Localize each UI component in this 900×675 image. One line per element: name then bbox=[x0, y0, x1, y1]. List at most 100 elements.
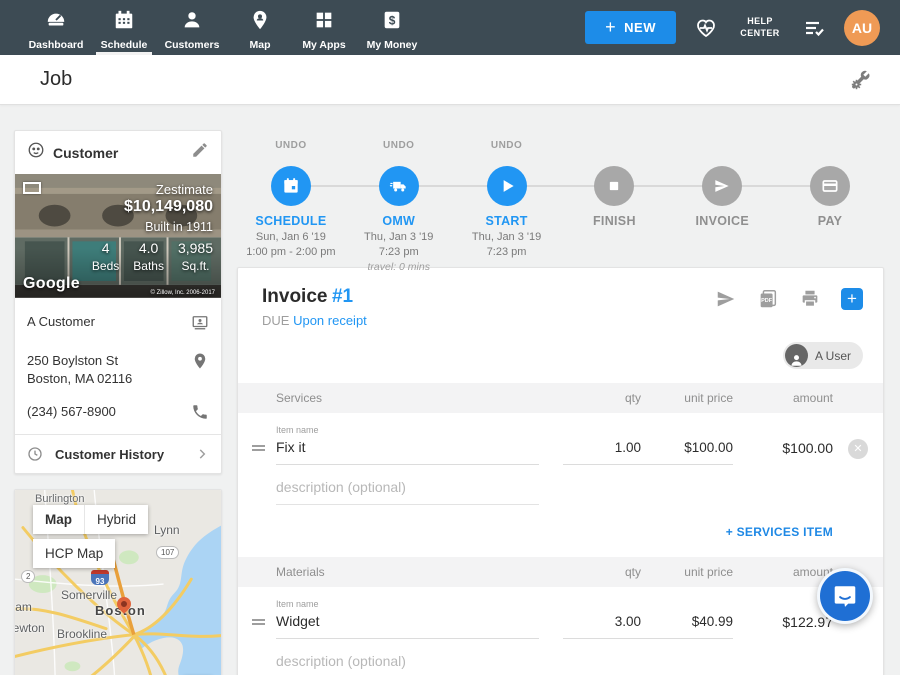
remove-item-icon[interactable]: ✕ bbox=[848, 439, 868, 459]
user-avatar-icon bbox=[785, 344, 808, 367]
map-type-hybrid-button[interactable]: Hybrid bbox=[84, 505, 148, 534]
map-label: Newton bbox=[14, 621, 45, 635]
user-avatar[interactable]: AU bbox=[844, 10, 880, 46]
invoice-step-button[interactable] bbox=[702, 166, 742, 206]
service-name-input[interactable]: Fix it bbox=[276, 439, 539, 465]
material-description-row bbox=[238, 639, 883, 675]
truck-icon bbox=[389, 176, 409, 196]
customer-contact: A Customer 250 Boylston StBoston, MA 021… bbox=[15, 299, 221, 434]
finish-step-button[interactable] bbox=[594, 166, 634, 206]
start-step-button[interactable] bbox=[487, 166, 527, 206]
built-year: Built in 1911 bbox=[145, 220, 213, 234]
map-type-map-button[interactable]: Map bbox=[33, 505, 84, 534]
due-terms-link[interactable]: Upon receipt bbox=[293, 313, 367, 328]
map-widget[interactable]: Burlington Lynn Somerville Waltham Bosto… bbox=[14, 489, 222, 675]
zestimate-value: $10,149,080 bbox=[124, 198, 213, 216]
task-list-icon[interactable] bbox=[802, 16, 826, 40]
stat-beds: 4Beds bbox=[92, 240, 119, 273]
due-label: DUE bbox=[262, 313, 289, 328]
stat-sqft: 3,985Sq.ft. bbox=[178, 240, 213, 273]
schedule-step-button[interactable] bbox=[271, 166, 311, 206]
send-invoice-icon[interactable] bbox=[715, 288, 737, 310]
omw-step-button[interactable] bbox=[379, 166, 419, 206]
material-description-input[interactable] bbox=[276, 653, 539, 675]
invoice-actions: PDF + bbox=[715, 288, 863, 310]
location-pin-icon[interactable] bbox=[183, 352, 209, 375]
zestimate-label: Zestimate bbox=[156, 182, 213, 197]
map-label: Somerville bbox=[61, 588, 117, 602]
drag-handle-icon[interactable] bbox=[252, 443, 276, 465]
invoice-title: Invoice bbox=[262, 286, 327, 307]
play-icon bbox=[497, 176, 517, 196]
nav-label: Dashboard bbox=[29, 39, 84, 51]
customer-name-row: A Customer bbox=[27, 305, 209, 344]
job-tools-icon[interactable] bbox=[848, 68, 872, 92]
amount-column-header: amount bbox=[733, 565, 833, 579]
drag-handle-icon[interactable] bbox=[252, 617, 276, 639]
history-clock-icon bbox=[27, 446, 43, 462]
assigned-user-name: A User bbox=[815, 349, 851, 363]
nav-item-my-money[interactable]: $ My Money bbox=[356, 0, 428, 55]
customer-card-title: Customer bbox=[53, 145, 183, 161]
add-invoice-button[interactable]: + bbox=[841, 288, 863, 310]
invoice-number[interactable]: #1 bbox=[332, 286, 353, 307]
material-qty-input[interactable]: 3.00 bbox=[563, 614, 641, 639]
chevron-right-icon bbox=[195, 447, 209, 461]
nav-item-my-apps[interactable]: My Apps bbox=[292, 0, 356, 55]
stat-baths: 4.0Baths bbox=[133, 240, 164, 273]
contact-card-icon[interactable] bbox=[183, 313, 209, 336]
material-unit-price-input[interactable]: $40.99 bbox=[641, 614, 733, 639]
service-unit-price-input[interactable]: $100.00 bbox=[641, 440, 733, 465]
material-amount: $122.97 bbox=[733, 614, 833, 639]
nav-item-schedule[interactable]: Schedule bbox=[92, 0, 156, 55]
customer-name: A Customer bbox=[27, 313, 183, 331]
person-icon bbox=[181, 9, 203, 36]
nav-item-dashboard[interactable]: Dashboard bbox=[20, 0, 92, 55]
page-header: Job bbox=[0, 55, 900, 105]
nav-item-customers[interactable]: Customers bbox=[156, 0, 228, 55]
pdf-icon[interactable]: PDF bbox=[757, 288, 779, 310]
apps-grid-icon bbox=[313, 9, 335, 36]
new-button-label: NEW bbox=[624, 20, 656, 35]
map-pin-icon bbox=[249, 9, 271, 36]
service-amount: $100.00 bbox=[733, 440, 833, 465]
service-description-input[interactable] bbox=[276, 479, 539, 505]
customer-history-label: Customer History bbox=[55, 447, 195, 462]
undo-start-button[interactable]: UNDO bbox=[453, 140, 561, 156]
pay-step-button[interactable] bbox=[810, 166, 850, 206]
svg-text:PDF: PDF bbox=[761, 298, 773, 304]
route-shield-107: 107 bbox=[156, 546, 179, 559]
hcp-map-button[interactable]: HCP Map bbox=[33, 539, 115, 568]
add-services-item-link[interactable]: + SERVICES ITEM bbox=[238, 505, 883, 557]
service-line-item: Item name Fix it 1.00 $100.00 $100.00 ✕ bbox=[238, 413, 883, 465]
service-qty-input[interactable]: 1.00 bbox=[563, 440, 641, 465]
calendar-icon bbox=[113, 9, 135, 36]
customer-history-row[interactable]: Customer History bbox=[15, 434, 221, 473]
material-name-input[interactable]: Widget bbox=[276, 613, 539, 639]
nav-label: Map bbox=[250, 39, 271, 51]
customer-phone-row: (234) 567-8900 bbox=[27, 395, 209, 434]
timeline-step-finish: FINISH bbox=[560, 140, 668, 273]
timeline-step-invoice: INVOICE bbox=[668, 140, 776, 273]
phone-icon[interactable] bbox=[183, 403, 209, 426]
credit-card-icon bbox=[820, 176, 840, 196]
help-center-link[interactable]: HELP CENTER bbox=[736, 16, 784, 39]
print-icon[interactable] bbox=[799, 288, 821, 310]
customer-face-icon bbox=[27, 141, 45, 164]
nav-item-map[interactable]: Map bbox=[228, 0, 292, 55]
new-button[interactable]: + NEW bbox=[585, 11, 676, 44]
health-heart-icon[interactable] bbox=[694, 16, 718, 40]
service-description-row bbox=[238, 465, 883, 505]
fullscreen-icon[interactable] bbox=[23, 182, 41, 194]
amount-column-header: amount bbox=[733, 391, 833, 405]
google-logo: Google bbox=[23, 275, 80, 293]
edit-pencil-icon[interactable] bbox=[191, 141, 209, 164]
undo-omw-button[interactable]: UNDO bbox=[345, 140, 453, 156]
send-icon bbox=[712, 176, 732, 196]
map-label: Waltham bbox=[14, 600, 32, 614]
chat-launcher-button[interactable] bbox=[817, 568, 873, 624]
undo-schedule-button[interactable]: UNDO bbox=[237, 140, 345, 156]
services-section-header: Services qty unit price amount bbox=[238, 383, 883, 413]
assigned-user-chip[interactable]: A User bbox=[783, 342, 863, 369]
timeline-step-pay: PAY bbox=[776, 140, 884, 273]
